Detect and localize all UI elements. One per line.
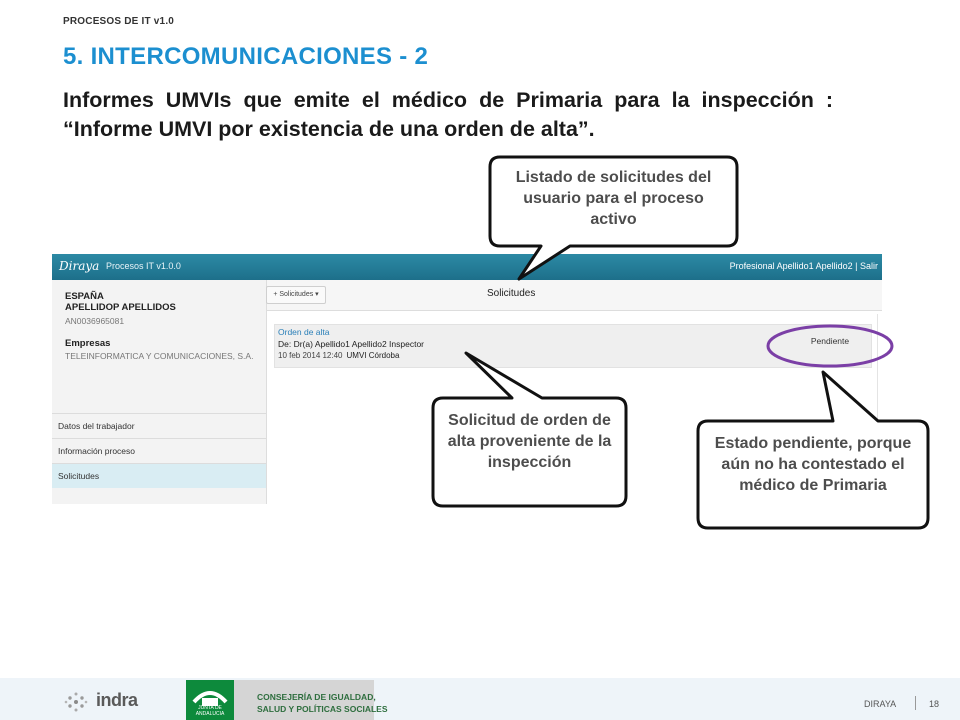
junta-andalucia-logo: JUNTA DE ANDALUCIA bbox=[186, 680, 234, 720]
app-name: Procesos IT v1.0.0 bbox=[106, 261, 181, 271]
request-type-link[interactable]: Orden de alta bbox=[278, 327, 330, 337]
indra-brand-text: indra bbox=[96, 690, 138, 710]
sidebar-item-informacion-proceso[interactable]: Información proceso bbox=[52, 438, 266, 463]
callout-middle-text: Solicitud de orden de alta proveniente d… bbox=[447, 412, 612, 471]
footer-label: DIRAYA bbox=[864, 699, 897, 709]
request-organization: UMVI Córdoba bbox=[346, 351, 400, 360]
page-title: Solicitudes bbox=[487, 288, 536, 299]
consejeria-line-1: CONSEJERÍA DE IGUALDAD, bbox=[257, 692, 376, 702]
status-badge: Pendiente bbox=[810, 336, 850, 346]
callout-right-text: Estado pendiente, porque aún no ha conte… bbox=[714, 435, 912, 494]
presentation-header: PROCESOS DE IT v1.0 bbox=[63, 16, 175, 27]
sidebar-item-datos-trabajador[interactable]: Datos del trabajador bbox=[52, 413, 266, 438]
sidebar-nav: Datos del trabajador Información proceso… bbox=[52, 413, 266, 488]
request-date: 10 feb 2014 12:40 UMVI Córdoba bbox=[278, 351, 399, 360]
app-top-bar: Diraya Procesos IT v1.0.0 Profesional Ap… bbox=[52, 254, 882, 280]
company-name: TELEINFORMATICA Y COMUNICACIONES, S.A. bbox=[65, 351, 254, 361]
patient-id: AN0036965081 bbox=[65, 316, 125, 326]
main-header: + Solicitudes ▾ Solicitudes bbox=[266, 280, 882, 311]
patient-sidebar: ESPAÑA APELLIDOP APELLIDOS AN0036965081 … bbox=[52, 280, 267, 504]
sidebar-item-solicitudes[interactable]: Solicitudes bbox=[52, 463, 266, 488]
callout-top-text: Listado de solicitudes del usuario para … bbox=[515, 169, 712, 228]
slide-title: 5. INTERCOMUNICACIONES - 2 bbox=[63, 43, 429, 70]
patient-country: ESPAÑA bbox=[65, 291, 104, 302]
diraya-logo: Diraya bbox=[59, 259, 100, 273]
company-label: Empresas bbox=[65, 338, 111, 349]
request-sender: De: Dr(a) Apellido1 Apellido2 Inspector bbox=[278, 339, 424, 349]
slide-body-text: Informes UMVIs que emite el médico de Pr… bbox=[63, 88, 833, 141]
request-row[interactable]: Orden de alta De: Dr(a) Apellido1 Apelli… bbox=[274, 324, 872, 368]
page-number: 18 bbox=[929, 699, 940, 709]
junta-logo-text: JUNTA DE ANDALUCIA bbox=[195, 705, 225, 717]
solicitudes-dropdown[interactable]: + Solicitudes ▾ bbox=[266, 286, 326, 304]
footer-divider bbox=[915, 696, 916, 710]
patient-name: APELLIDOP APELLIDOS bbox=[65, 302, 176, 313]
consejeria-line-2: SALUD Y POLÍTICAS SOCIALES bbox=[257, 704, 388, 714]
user-menu[interactable]: Profesional Apellido1 Apellido2 | Salir bbox=[730, 261, 878, 271]
request-date-text: 10 feb 2014 12:40 bbox=[278, 351, 343, 360]
